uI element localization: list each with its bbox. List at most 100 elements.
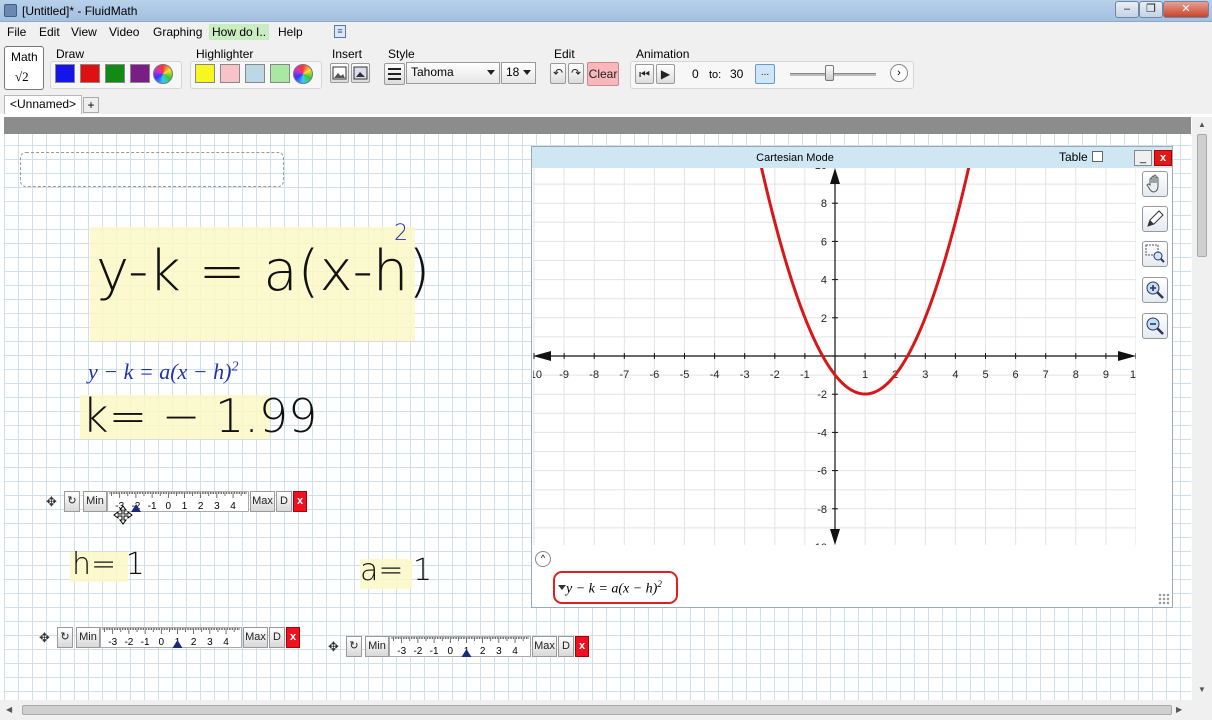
graph-equation-item[interactable]: y − k = a(x − h)2	[553, 571, 678, 604]
document-icon[interactable]: ≡	[334, 25, 346, 38]
draw-color-wheel-icon[interactable]	[153, 64, 173, 84]
slider-d-button[interactable]: D	[558, 636, 574, 657]
slider-max-button[interactable]: Max	[243, 627, 268, 648]
animation-from-value[interactable]: 0	[692, 67, 699, 81]
vertical-scrollbar[interactable]: ▲ ▼	[1192, 117, 1212, 700]
zoom-in-button[interactable]	[1142, 277, 1168, 303]
style-label: Style	[388, 47, 415, 61]
animation-to-value[interactable]: 30	[730, 67, 743, 81]
slider-close-button[interactable]: x	[575, 636, 589, 657]
math-button[interactable]: Math √2	[4, 46, 44, 90]
zoom-out-button[interactable]	[1142, 313, 1168, 339]
menu-graphing[interactable]: Graphing	[150, 24, 205, 40]
y-tick-label: 6	[821, 236, 827, 248]
a-slider[interactable]: ✥ ↻Min-3-2-101234MaxDx	[328, 636, 594, 658]
animation-more-button[interactable]: ...	[755, 64, 775, 84]
highlighter-color-light-blue[interactable]	[245, 64, 265, 83]
redo-button[interactable]: ↷	[568, 63, 584, 84]
table-checkbox[interactable]	[1092, 151, 1103, 162]
resize-grip[interactable]	[1158, 593, 1170, 605]
insert-screenshot-button[interactable]	[351, 63, 370, 83]
selection-box[interactable]	[20, 152, 284, 187]
font-family-select[interactable]: Tahoma	[406, 62, 500, 84]
menu-file[interactable]: File	[4, 24, 29, 40]
reset-slider-button[interactable]: ↻	[64, 491, 80, 512]
move-handle-icon[interactable]: ✥	[328, 639, 339, 655]
scroll-left-icon[interactable]: ◀	[6, 705, 12, 714]
h-slider[interactable]: ✥ ↻Min-3-2-101234MaxDx	[39, 627, 305, 649]
collapse-equations-button[interactable]: ^	[535, 551, 551, 567]
slider-min-button[interactable]: Min	[83, 491, 107, 512]
scroll-down-icon[interactable]: ▼	[1198, 685, 1206, 694]
y-tick-label: 4	[821, 275, 827, 287]
reset-slider-button[interactable]: ↻	[346, 636, 362, 657]
graph-close-button[interactable]: x	[1154, 150, 1172, 166]
pan-tool-button[interactable]	[1142, 171, 1168, 197]
handwritten-equation[interactable]: y-k = a(x-h)	[96, 239, 430, 304]
minimize-window-button[interactable]: –	[1115, 1, 1139, 18]
undo-button[interactable]: ↶	[550, 63, 566, 84]
horizontal-scrollbar[interactable]: ◀ ▶	[0, 700, 1212, 720]
k-value[interactable]: k= − 1.99	[82, 389, 317, 443]
vertical-scroll-thumb[interactable]	[1197, 134, 1207, 257]
title-bar: [Untitled]* - FluidMath – ❐ ✕	[0, 0, 1212, 22]
highlighter-color-light-green[interactable]	[270, 64, 290, 83]
draw-color-purple[interactable]	[130, 64, 150, 83]
line-style-button[interactable]	[384, 63, 405, 85]
menu-view[interactable]: View	[68, 24, 100, 40]
slider-close-button[interactable]: x	[286, 627, 300, 648]
x-tick-label: -6	[650, 369, 660, 381]
font-size-select[interactable]: 18	[501, 62, 536, 84]
highlighter-color-wheel-icon[interactable]	[293, 64, 313, 84]
horizontal-scroll-thumb[interactable]	[22, 705, 1172, 715]
pen-tool-button[interactable]	[1142, 206, 1168, 232]
x-tick-label: 5	[982, 369, 988, 381]
draw-color-red[interactable]	[80, 64, 100, 83]
slider-max-button[interactable]: Max	[250, 491, 275, 512]
cartesian-plot[interactable]: -10-9-8-7-6-5-4-3-2-112345678910108642-2…	[533, 168, 1136, 545]
slider-d-button[interactable]: D	[269, 627, 285, 648]
slider-min-button[interactable]: Min	[365, 636, 389, 657]
slider-min-button[interactable]: Min	[76, 627, 100, 648]
menu-how-do-i[interactable]: How do I..	[209, 24, 270, 40]
move-handle-icon[interactable]: ✥	[39, 630, 50, 646]
slider-d-button[interactable]: D	[276, 491, 292, 512]
scroll-right-icon[interactable]: ▶	[1176, 705, 1182, 714]
window-title: [Untitled]* - FluidMath	[22, 4, 138, 18]
a-value[interactable]: a= 1	[360, 553, 432, 588]
tab-unnamed[interactable]: <Unnamed>	[4, 95, 83, 114]
scroll-up-icon[interactable]: ▲	[1198, 120, 1206, 129]
highlighter-color-pink[interactable]	[220, 64, 240, 83]
move-handle-icon[interactable]: ✥	[46, 494, 57, 510]
menu-video[interactable]: Video	[106, 24, 142, 40]
slider-ruler[interactable]: -3-2-101234	[100, 627, 242, 648]
menu-help[interactable]: Help	[275, 24, 306, 40]
slider-tick-label: -1	[141, 637, 150, 648]
animation-play-button[interactable]: ▶	[656, 64, 675, 84]
slider-tick-label: 4	[512, 646, 518, 657]
slider-close-button[interactable]: x	[293, 491, 307, 512]
graph-title-bar[interactable]: Cartesian Mode Table _ x	[532, 147, 1172, 168]
add-tab-button[interactable]: +	[83, 97, 99, 113]
draw-color-blue[interactable]	[55, 64, 75, 83]
animation-reset-button[interactable]: ⏮	[635, 64, 654, 84]
restore-window-button[interactable]: ❐	[1139, 1, 1163, 18]
k-slider[interactable]: ✥↻Min-3-2-101234MaxDx	[46, 491, 312, 513]
h-value[interactable]: h= 1	[72, 547, 145, 582]
draw-color-green[interactable]	[105, 64, 125, 83]
highlighter-color-yellow[interactable]	[195, 64, 215, 83]
caret-down-icon[interactable]	[558, 585, 566, 590]
slider-ruler[interactable]: -3-2-101234	[389, 636, 531, 657]
graph-minimize-button[interactable]: _	[1134, 150, 1152, 166]
slider-max-button[interactable]: Max	[532, 636, 557, 657]
insert-image-button[interactable]	[330, 63, 349, 83]
menu-edit[interactable]: Edit	[36, 24, 63, 40]
zoom-box-button[interactable]	[1142, 241, 1168, 267]
reset-slider-button[interactable]: ↻	[57, 627, 73, 648]
close-window-button[interactable]: ✕	[1163, 1, 1209, 18]
graph-window[interactable]: Cartesian Mode Table _ x -10 -9 -8 -7 -6 -5 -4…	[531, 146, 1173, 608]
clear-button[interactable]: Clear	[587, 62, 619, 86]
slider-tick-label: 3	[207, 637, 213, 648]
animation-speed-thumb[interactable]	[824, 65, 834, 81]
animation-expand-button[interactable]: ›	[890, 64, 908, 82]
